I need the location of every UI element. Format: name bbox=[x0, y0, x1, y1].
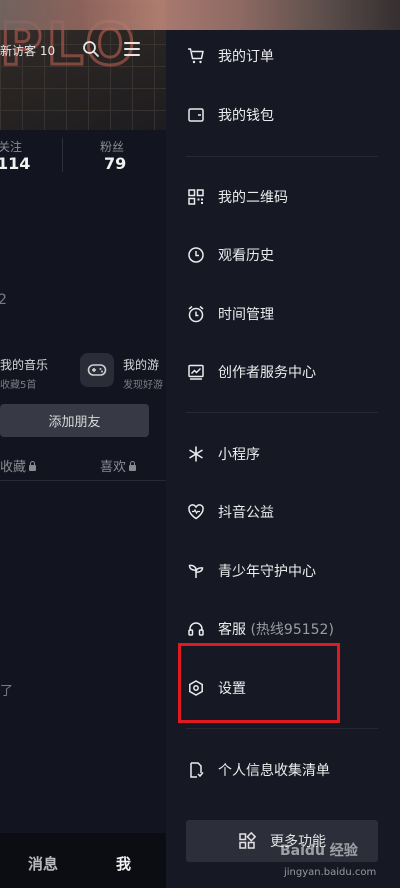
wallet-icon bbox=[186, 105, 206, 125]
drawer-item-label: 时间管理 bbox=[218, 307, 274, 323]
sprout-icon bbox=[186, 561, 206, 581]
drawer-item-label: 小程序 bbox=[218, 447, 260, 463]
drawer-item-label: 青少年守护中心 bbox=[218, 564, 316, 580]
bottom-nav: 消息 我 bbox=[0, 833, 166, 888]
document-icon bbox=[186, 760, 206, 780]
settings-highlight-box bbox=[178, 643, 340, 723]
drawer-item-label: 客服 bbox=[218, 622, 246, 638]
tab-collect[interactable]: 收藏 bbox=[0, 456, 37, 475]
heart-icon bbox=[186, 502, 206, 522]
drawer-item-label: 个人信息收集清单 bbox=[218, 763, 330, 779]
fans-label: 粉丝 bbox=[100, 140, 125, 154]
clock-icon bbox=[186, 245, 206, 265]
following-count[interactable]: 114 bbox=[0, 154, 30, 173]
tab-like[interactable]: 喜欢 bbox=[100, 456, 137, 475]
headset-icon bbox=[186, 619, 206, 639]
fans-count[interactable]: 79 bbox=[104, 154, 126, 173]
tab-collect-label: 收藏 bbox=[0, 460, 27, 475]
drawer-item-label: 抖音公益 bbox=[218, 505, 274, 521]
add-friend-button[interactable]: 添加朋友 bbox=[0, 404, 149, 437]
profile-stats: 关注 114 粉丝 79 bbox=[0, 138, 166, 178]
drawer-item-label: 我的钱包 bbox=[218, 108, 274, 124]
blurred-status-bar bbox=[0, 0, 400, 30]
gamepad-icon[interactable] bbox=[80, 353, 114, 387]
drawer-item-customer-service[interactable]: 客服 (热线95152) bbox=[186, 617, 334, 641]
side-drawer: 我的订单 我的钱包 我的二维码 观看历史 时间管理 创作者服务中心 小程序 抖音… bbox=[0, 0, 400, 888]
baidu-watermark: Baidu 经验 bbox=[280, 843, 358, 859]
my-games-subtitle: 发现好游 bbox=[123, 380, 163, 391]
drawer-item-youth-protection[interactable]: 青少年守护中心 bbox=[186, 559, 316, 583]
partial-count: 2 bbox=[0, 292, 7, 308]
drawer-item-personal-info-list[interactable]: 个人信息收集清单 bbox=[186, 758, 330, 782]
search-icon[interactable] bbox=[82, 40, 100, 58]
nav-me[interactable]: 我 bbox=[116, 853, 131, 874]
drawer-item-label: 观看历史 bbox=[218, 248, 274, 264]
new-visitor-count[interactable]: 新访客 10 bbox=[0, 42, 55, 59]
profile-page: PLO 新访客 10 关注 114 粉丝 79 2 我的音乐 收藏5首 我的游 … bbox=[0, 0, 166, 888]
lock-icon bbox=[29, 461, 37, 471]
drawer-item-mini-programs[interactable]: 小程序 bbox=[186, 442, 260, 466]
drawer-item-label: 我的订单 bbox=[218, 49, 274, 65]
drawer-item-creator-center[interactable]: 创作者服务中心 bbox=[186, 360, 316, 384]
lock-icon bbox=[129, 461, 137, 471]
alarm-icon bbox=[186, 304, 206, 324]
my-games-title[interactable]: 我的游 bbox=[123, 356, 159, 373]
menu-icon[interactable] bbox=[124, 42, 140, 56]
nav-messages[interactable]: 消息 bbox=[28, 853, 58, 874]
drawer-item-qrcode[interactable]: 我的二维码 bbox=[186, 185, 288, 209]
drawer-item-label: 我的二维码 bbox=[218, 190, 288, 206]
drawer-item-time-management[interactable]: 时间管理 bbox=[186, 302, 274, 326]
asterisk-icon bbox=[186, 444, 206, 464]
my-music-subtitle: 收藏5首 bbox=[0, 380, 37, 391]
partial-text: 了 bbox=[0, 684, 14, 699]
drawer-item-charity[interactable]: 抖音公益 bbox=[186, 500, 274, 524]
drawer-item-label: 创作者服务中心 bbox=[218, 365, 316, 381]
following-label: 关注 bbox=[0, 140, 23, 154]
drawer-item-history[interactable]: 观看历史 bbox=[186, 243, 274, 267]
my-music-title[interactable]: 我的音乐 bbox=[0, 356, 48, 373]
qrcode-icon bbox=[186, 187, 206, 207]
add-friend-label: 添加朋友 bbox=[48, 415, 101, 430]
baidu-watermark-url: jingyan.baidu.com bbox=[284, 867, 377, 878]
drawer-item-wallet[interactable]: 我的钱包 bbox=[186, 103, 274, 127]
cart-icon bbox=[186, 46, 206, 66]
tab-like-label: 喜欢 bbox=[100, 460, 127, 475]
chart-icon bbox=[186, 362, 206, 382]
grid-icon bbox=[238, 832, 256, 850]
drawer-item-orders[interactable]: 我的订单 bbox=[186, 44, 274, 68]
hotline-text: (热线95152) bbox=[250, 622, 334, 638]
